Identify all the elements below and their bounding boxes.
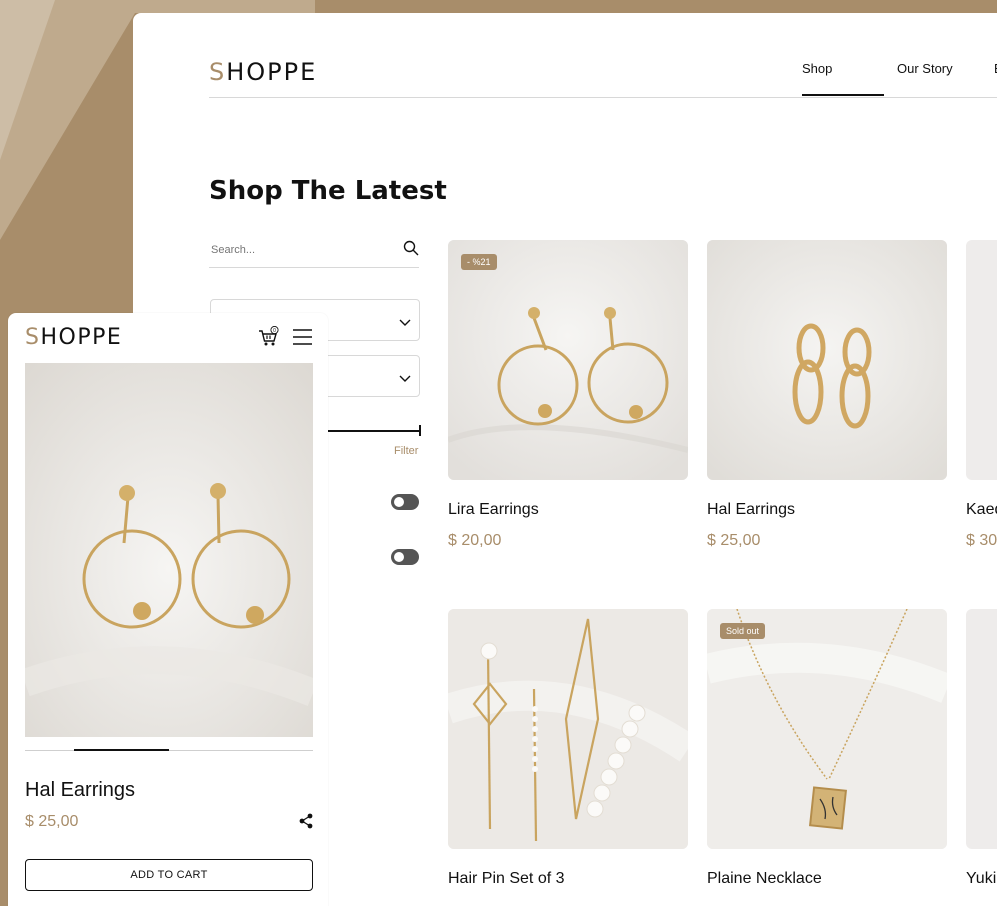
cart-count: 0: [273, 328, 276, 334]
product-name[interactable]: Kaed: [966, 501, 997, 519]
product-card[interactable]: Sold out Plaine Necklace: [707, 609, 947, 888]
product-name[interactable]: Lira Earrings: [448, 501, 688, 519]
in-stock-toggle[interactable]: [391, 549, 419, 565]
main-nav: Shop Our Story B: [802, 61, 997, 96]
product-image[interactable]: [966, 240, 997, 480]
add-to-cart-button[interactable]: ADD TO CART: [25, 859, 313, 891]
mobile-brand-logo[interactable]: SHOPPE: [25, 325, 122, 350]
sold-out-badge: Sold out: [720, 623, 766, 639]
product-image[interactable]: [966, 609, 997, 849]
brand-logo[interactable]: SHOPPE: [209, 58, 317, 86]
page-title: Shop The Latest: [209, 176, 447, 206]
gallery-progress: [25, 749, 313, 751]
on-sale-toggle[interactable]: [391, 494, 419, 510]
nav-our-story[interactable]: Our Story: [884, 61, 992, 76]
mobile-product-price: $ 25,00: [25, 813, 79, 830]
product-card[interactable]: Yuki: [966, 609, 997, 888]
product-price: $ 20,00: [448, 532, 502, 549]
product-card[interactable]: Kaed $ 30: [966, 240, 997, 550]
price-range-handle[interactable]: [419, 425, 421, 436]
product-card[interactable]: Hair Pin Set of 3: [448, 609, 688, 888]
mobile-window: SHOPPE 0 Hal Earrings $ 25,00 ADD TO CAR…: [8, 313, 328, 906]
chevron-down-icon: [399, 370, 411, 388]
product-price: $ 30: [966, 532, 997, 549]
product-price: $ 25,00: [707, 532, 761, 549]
product-card[interactable]: Hal Earrings $ 25,00: [707, 240, 947, 550]
gallery-progress-fill: [74, 749, 170, 751]
cart-icon[interactable]: 0: [258, 325, 280, 353]
header-divider: [209, 97, 997, 98]
product-name[interactable]: Hair Pin Set of 3: [448, 870, 688, 888]
share-icon[interactable]: [299, 813, 313, 834]
chevron-down-icon: [399, 314, 411, 332]
nav-shop[interactable]: Shop: [802, 61, 884, 96]
product-image[interactable]: [448, 609, 688, 849]
product-image[interactable]: - %21: [448, 240, 688, 480]
product-gallery-image[interactable]: [25, 363, 313, 737]
product-name[interactable]: Hal Earrings: [707, 501, 947, 519]
product-image[interactable]: Sold out: [707, 609, 947, 849]
search-bar: [209, 240, 419, 268]
nav-blog[interactable]: B: [992, 61, 997, 76]
product-image[interactable]: [707, 240, 947, 480]
search-input[interactable]: [211, 244, 381, 256]
product-name[interactable]: Yuki: [966, 870, 997, 888]
mobile-product-name: Hal Earrings: [25, 779, 136, 801]
hamburger-menu-icon[interactable]: [291, 328, 313, 351]
filter-link[interactable]: Filter: [394, 445, 418, 457]
discount-badge: - %21: [461, 254, 497, 270]
product-name[interactable]: Plaine Necklace: [707, 870, 947, 888]
search-icon[interactable]: [403, 240, 419, 261]
product-card[interactable]: - %21 Lira Earrings $ 20,00: [448, 240, 688, 550]
